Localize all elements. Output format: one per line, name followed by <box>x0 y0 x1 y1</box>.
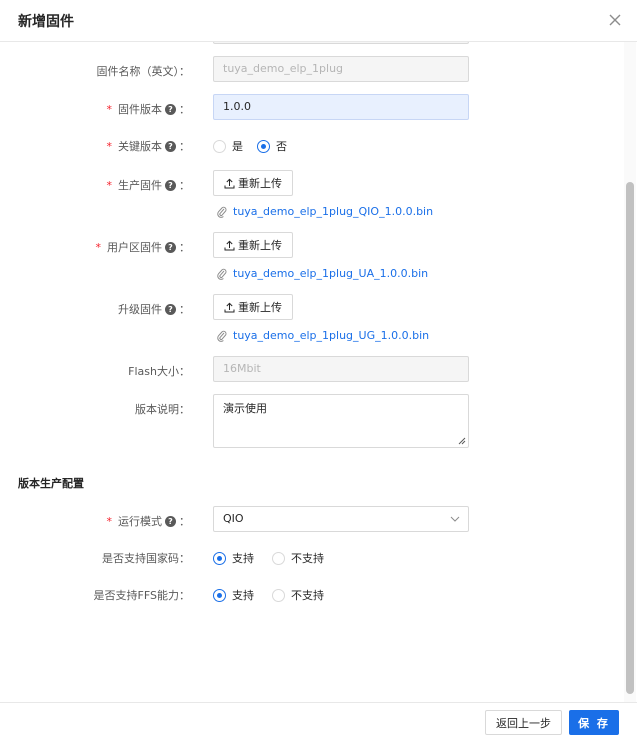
dialog-header: 新增固件 <box>0 0 637 42</box>
flash-label: Flash大小： <box>128 365 190 378</box>
close-icon[interactable] <box>604 9 626 31</box>
production-fw-label: * 生产固件 ?： <box>106 178 191 193</box>
section-title: 版本生产配置 <box>18 477 84 490</box>
paperclip-icon <box>217 330 227 342</box>
help-icon[interactable]: ? <box>165 303 176 315</box>
flash-input[interactable]: 16Mbit <box>213 356 469 382</box>
key-version-no[interactable]: 否 <box>257 138 287 154</box>
help-icon[interactable]: ? <box>165 179 176 191</box>
key-version-label: * 关键版本 ?： <box>106 139 191 154</box>
radio-checked-icon <box>213 588 226 602</box>
save-button[interactable]: 保 存 <box>569 710 619 735</box>
dialog-title: 新增固件 <box>18 14 74 30</box>
run-mode-label: * 运行模式 ?： <box>106 514 191 529</box>
upload-icon <box>224 178 235 188</box>
help-icon[interactable]: ? <box>165 140 176 152</box>
dialog-footer: 返回上一步 保 存 <box>0 702 637 740</box>
notes-textarea[interactable]: 演示使用 <box>213 394 469 448</box>
radio-icon <box>213 139 226 153</box>
country-code-radios: 支持 不支持 <box>213 550 338 566</box>
notes-label: 版本说明： <box>135 403 190 416</box>
production-fw-file-link[interactable]: tuya_demo_elp_1plug_QIO_1.0.0.bin <box>217 205 433 218</box>
help-icon[interactable]: ? <box>165 103 176 115</box>
dialog-body: 固件名称（英文）： tuya_demo_elp_1plug * 固件版本 ?： 1… <box>0 42 637 702</box>
resize-handle-icon[interactable] <box>458 437 466 445</box>
paperclip-icon <box>217 206 227 218</box>
scrollbar-thumb[interactable] <box>626 182 634 694</box>
ffs-radios: 支持 不支持 <box>213 587 338 603</box>
version-input[interactable]: 1.0.0 <box>213 94 469 120</box>
user-fw-file-link[interactable]: tuya_demo_elp_1plug_UA_1.0.0.bin <box>217 267 428 280</box>
upload-icon <box>224 240 235 250</box>
radio-checked-icon <box>213 551 226 565</box>
previous-field-edge <box>213 42 469 44</box>
ffs-no[interactable]: 不支持 <box>272 587 324 603</box>
help-icon[interactable]: ? <box>165 241 176 253</box>
user-fw-label: * 用户区固件 ?： <box>95 240 191 255</box>
chevron-down-icon <box>450 516 460 522</box>
upload-icon <box>224 302 235 312</box>
upgrade-fw-label: 升级固件 ?： <box>118 303 190 316</box>
production-fw-upload-button[interactable]: 重新上传 <box>213 170 293 196</box>
country-code-yes[interactable]: 支持 <box>213 550 254 566</box>
user-fw-upload-button[interactable]: 重新上传 <box>213 232 293 258</box>
help-icon[interactable]: ? <box>165 515 176 527</box>
radio-icon <box>272 588 285 602</box>
country-code-label: 是否支持国家码： <box>102 552 190 565</box>
version-label: * 固件版本 ?： <box>106 102 191 117</box>
upgrade-fw-upload-button[interactable]: 重新上传 <box>213 294 293 320</box>
paperclip-icon <box>217 268 227 280</box>
run-mode-select[interactable]: QIO <box>213 506 469 532</box>
name-en-input[interactable]: tuya_demo_elp_1plug <box>213 56 469 82</box>
notes-text: 演示使用 <box>223 402 267 415</box>
radio-checked-icon <box>257 139 270 153</box>
ffs-label: 是否支持FFS能力： <box>93 589 190 602</box>
key-version-yes[interactable]: 是 <box>213 138 243 154</box>
upgrade-fw-file-link[interactable]: tuya_demo_elp_1plug_UG_1.0.0.bin <box>217 329 429 342</box>
ffs-yes[interactable]: 支持 <box>213 587 254 603</box>
name-en-label: 固件名称（英文）： <box>96 65 191 78</box>
key-version-radios: 是 否 <box>213 138 301 154</box>
radio-icon <box>272 551 285 565</box>
back-button[interactable]: 返回上一步 <box>485 710 562 735</box>
country-code-no[interactable]: 不支持 <box>272 550 324 566</box>
